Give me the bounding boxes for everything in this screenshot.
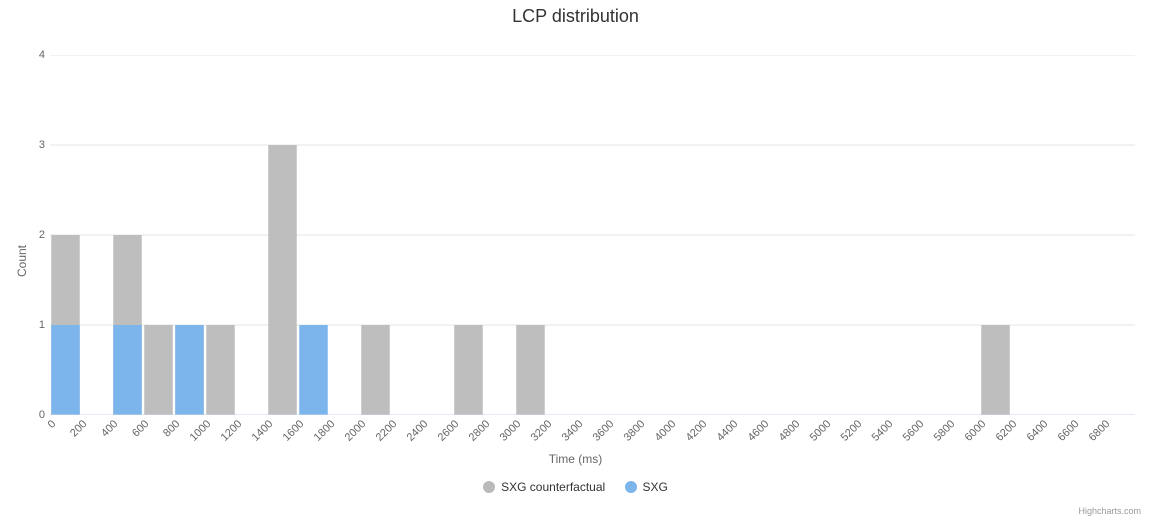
- x-tick-label: 5000: [808, 418, 834, 444]
- x-tick-label: 1000: [188, 418, 214, 444]
- x-tick-label: 3200: [529, 418, 555, 444]
- x-tick-label: 2800: [467, 418, 493, 444]
- y-tick-label: 0: [5, 409, 45, 421]
- x-tick-label: 0: [46, 418, 59, 431]
- x-tick-label: 6600: [1056, 418, 1082, 444]
- x-tick-label: 400: [99, 418, 120, 439]
- x-tick-label: 6000: [963, 418, 989, 444]
- x-tick-label: 2200: [374, 418, 400, 444]
- plot-area: [50, 55, 1135, 415]
- x-tick-label: 1600: [281, 418, 307, 444]
- bar-sxg-counterfactual: [516, 325, 545, 415]
- bar-sxg: [299, 325, 328, 415]
- x-tick-label: 4600: [746, 418, 772, 444]
- legend-label: SXG: [643, 480, 668, 494]
- y-tick-label: 3: [5, 139, 45, 151]
- x-tick-label: 6800: [1087, 418, 1113, 444]
- x-tick-label: 3000: [498, 418, 524, 444]
- credits-link[interactable]: Highcharts.com: [1078, 506, 1141, 516]
- x-tick-label: 2000: [343, 418, 369, 444]
- bar-sxg-counterfactual: [981, 325, 1010, 415]
- y-tick-label: 1: [5, 319, 45, 331]
- x-tick-label: 5800: [932, 418, 958, 444]
- y-tick-label: 2: [5, 229, 45, 241]
- bar-sxg-counterfactual: [454, 325, 483, 415]
- x-tick-label: 5200: [839, 418, 865, 444]
- legend-item-sxg-counterfactual[interactable]: SXG counterfactual: [483, 480, 605, 494]
- y-axis-label: Count: [15, 245, 29, 277]
- x-tick-label: 4400: [715, 418, 741, 444]
- x-tick-label: 600: [130, 418, 151, 439]
- circle-icon: [483, 481, 495, 493]
- x-tick-label: 6400: [1025, 418, 1051, 444]
- bar-sxg-counterfactual: [206, 325, 235, 415]
- x-tick-label: 4800: [777, 418, 803, 444]
- x-tick-label: 3800: [622, 418, 648, 444]
- bar-sxg: [175, 325, 204, 415]
- bar-sxg-counterfactual: [361, 325, 390, 415]
- legend: SXG counterfactual SXG: [0, 480, 1151, 496]
- x-tick-label: 6200: [994, 418, 1020, 444]
- x-tick-label: 1800: [312, 418, 338, 444]
- x-tick-label: 2400: [405, 418, 431, 444]
- y-tick-label: 4: [5, 49, 45, 61]
- x-tick-label: 2600: [436, 418, 462, 444]
- x-tick-label: 800: [161, 418, 182, 439]
- x-tick-label: 3400: [560, 418, 586, 444]
- legend-item-sxg[interactable]: SXG: [625, 480, 668, 494]
- x-tick-label: 200: [68, 418, 89, 439]
- x-tick-label: 1400: [250, 418, 276, 444]
- x-tick-label: 5600: [901, 418, 927, 444]
- x-axis-label: Time (ms): [0, 452, 1151, 466]
- x-tick-label: 4200: [684, 418, 710, 444]
- x-tick-label: 5400: [870, 418, 896, 444]
- lcp-distribution-chart: LCP distribution Count 0 1 2 3 4 0 200 400 600 8…: [0, 0, 1151, 522]
- bar-sxg-counterfactual: [268, 145, 297, 415]
- circle-icon: [625, 481, 637, 493]
- bar-sxg-counterfactual: [144, 325, 173, 415]
- bar-sxg: [51, 325, 80, 415]
- bar-sxg: [113, 325, 142, 415]
- legend-label: SXG counterfactual: [501, 480, 605, 494]
- chart-title: LCP distribution: [0, 6, 1151, 27]
- x-tick-label: 1200: [219, 418, 245, 444]
- x-tick-label: 3600: [591, 418, 617, 444]
- x-tick-label: 4000: [653, 418, 679, 444]
